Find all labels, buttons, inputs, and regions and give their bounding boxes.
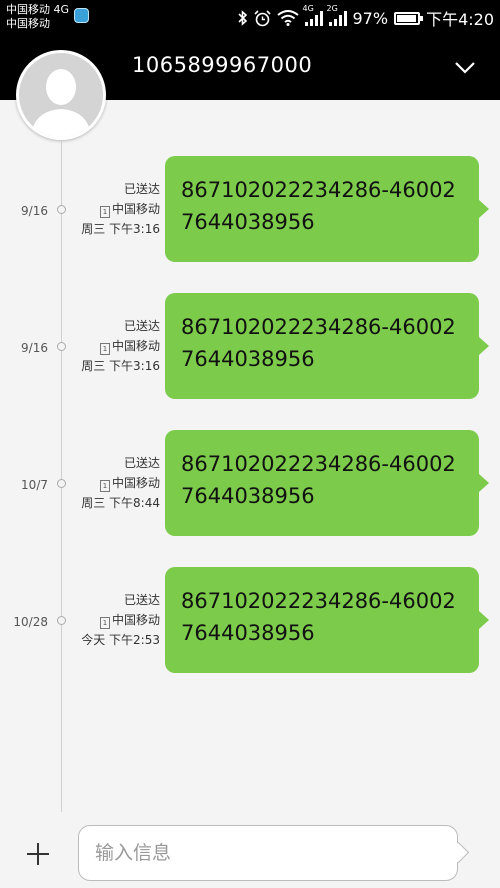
message-meta: 已送达 1 中国移动周三 下午3:16 [81, 179, 160, 239]
signal-icon-1: 4G [303, 4, 323, 26]
sim-carrier: 中国移动 [111, 339, 160, 353]
wifi-icon [276, 10, 299, 26]
sim-card-icon: 1 [99, 617, 110, 629]
timeline-dot [57, 205, 66, 214]
message-time: 今天 下午2:53 [81, 633, 160, 647]
chevron-down-icon[interactable] [454, 56, 476, 78]
battery-icon [394, 11, 424, 25]
sim-card-icon: 1 [99, 480, 110, 492]
sim-info: 1 中国移动 [81, 336, 160, 356]
avatar[interactable] [16, 50, 106, 140]
network-type-4g: 4G [302, 4, 314, 13]
status-bar: 中国移动 4G 中国移动 4G 2G 97% 下午4:20 [0, 0, 500, 36]
carrier-line-2: 中国移动 [6, 17, 50, 30]
sim-carrier: 中国移动 [111, 613, 160, 627]
message-item: 9/16 已送达 1 中国移动周三 下午3:16 867102022234286-460… [0, 293, 500, 401]
alarm-icon [253, 9, 271, 26]
sim-info: 1 中国移动 [81, 199, 160, 219]
message-meta: 已送达 1 中国移动周三 下午8:44 [81, 453, 160, 513]
message-time: 周三 下午8:44 [81, 496, 160, 510]
status-time: 下午4:20 [426, 10, 494, 29]
carrier-line-1: 中国移动 4G [6, 3, 70, 16]
plus-icon[interactable] [26, 842, 50, 866]
composer: 输入信息 [0, 812, 500, 888]
contact-number[interactable]: 1065899967000 [132, 53, 312, 77]
message-meta: 已送达 1 中国移动今天 下午2:53 [81, 590, 160, 650]
sim-info: 1 中国移动 [81, 610, 160, 630]
network-type-2g: 2G [326, 4, 338, 13]
app-icon [74, 8, 89, 23]
battery-percent: 97% [352, 8, 389, 28]
message-time: 周三 下午3:16 [81, 359, 160, 373]
message-date: 10/7 [21, 478, 48, 492]
sim-info: 1 中国移动 [81, 473, 160, 493]
message-bubble[interactable]: 867102022234286-460027644038956 [165, 567, 489, 673]
message-bubble[interactable]: 867102022234286-460027644038956 [165, 293, 489, 399]
message-bubble[interactable]: 867102022234286-460027644038956 [165, 156, 489, 262]
message-date: 9/16 [21, 204, 48, 218]
bluetooth-icon [237, 10, 247, 26]
message-item: 10/28 已送达 1 中国移动今天 下午2:53 867102022234286-46… [0, 567, 500, 675]
message-input[interactable]: 输入信息 [78, 825, 458, 881]
sim-carrier: 中国移动 [111, 202, 160, 216]
delivery-status: 已送达 [123, 319, 160, 333]
delivery-status: 已送达 [123, 593, 160, 607]
message-item: 10/7 已送达 1 中国移动周三 下午8:44 867102022234286-460… [0, 430, 500, 538]
message-date: 9/16 [21, 341, 48, 355]
message-date: 10/28 [13, 615, 48, 629]
timeline-dot [57, 479, 66, 488]
message-time: 周三 下午3:16 [81, 222, 160, 236]
message-bubble[interactable]: 867102022234286-460027644038956 [165, 430, 489, 536]
message-item: 9/16 已送达 1 中国移动周三 下午3:16 867102022234286-460… [0, 156, 500, 264]
timeline-dot [57, 342, 66, 351]
person-silhouette-icon [31, 69, 91, 137]
timeline-dot [57, 616, 66, 625]
sim-card-icon: 1 [99, 206, 110, 218]
sim-card-icon: 1 [99, 343, 110, 355]
sim-carrier: 中国移动 [111, 476, 160, 490]
message-meta: 已送达 1 中国移动周三 下午3:16 [81, 316, 160, 376]
delivery-status: 已送达 [123, 456, 160, 470]
delivery-status: 已送达 [123, 182, 160, 196]
signal-icon-2: 2G [327, 4, 347, 26]
